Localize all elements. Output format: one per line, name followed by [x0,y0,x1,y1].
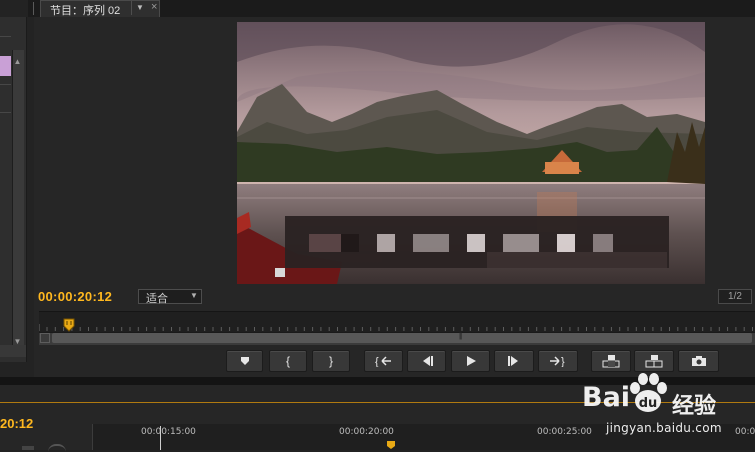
add-marker-button[interactable] [226,350,263,372]
playhead-marker-icon[interactable] [63,318,75,332]
track-control[interactable] [22,446,34,450]
timeline-timecode[interactable]: 20:12 [0,416,33,431]
tab-divider [33,2,34,15]
svg-text:du: du [639,396,658,411]
svg-text:{: { [375,356,379,367]
ruler-label: 00:00:25:00 [537,427,592,437]
project-item-selected[interactable] [0,56,11,76]
lift-icon [602,355,620,368]
play-icon [466,356,476,366]
step-forward-icon [508,356,518,366]
step-back-icon [422,356,433,366]
scroll-up-icon[interactable]: ▲ [12,56,23,67]
go-to-in-icon: { [375,356,391,367]
timeline-cursor-line [160,426,161,450]
go-to-out-icon: } [550,356,565,367]
resolution-select[interactable]: 1/2 [718,289,752,304]
svg-text:}: } [561,356,565,367]
project-panel-footer [0,345,26,357]
mark-out-icon: } [328,354,333,368]
lift-button[interactable] [591,350,631,372]
watermark-brand-cn: 经验 [672,393,717,418]
export-frame-button[interactable] [678,350,719,372]
marker-icon [240,357,249,365]
step-back-button[interactable] [407,350,446,372]
chevron-down-icon: ▼ [190,291,198,300]
ruler-label: 00:00:15:00 [141,427,196,437]
grip-icon: ||| [459,333,463,340]
camera-icon [691,356,706,366]
scrollbar-handle-left[interactable] [40,333,50,343]
snap-icon[interactable] [48,444,66,452]
play-button[interactable] [451,350,490,372]
playhead-timecode[interactable]: 00:00:20:12 [38,289,112,304]
close-icon[interactable]: × [151,1,157,13]
go-to-out-button[interactable]: } [538,350,578,372]
timeline-playhead-icon[interactable] [386,440,396,450]
ruler-label: 00:00:20:00 [339,427,394,437]
project-scrollbar[interactable] [12,50,24,350]
ruler-label: 00:00 [735,427,755,437]
tab-title: 节目：序列 02 [50,5,121,17]
zoom-fit-label: 适合 [146,293,168,305]
paw-logo-icon: du [630,373,667,412]
extract-button[interactable] [634,350,674,372]
project-row-divider [0,36,11,37]
project-row-divider [0,112,11,113]
mark-in-button[interactable]: { [269,350,307,372]
project-row-divider [0,84,11,85]
watermark-brand: Bai [582,382,631,413]
mark-in-icon: { [285,354,290,368]
ruler-ticks [39,324,753,331]
extract-icon [645,355,663,368]
go-to-in-button[interactable]: { [364,350,403,372]
mark-out-button[interactable]: } [312,350,350,372]
step-forward-button[interactable] [494,350,534,372]
video-preview[interactable] [237,22,705,284]
watermark-url: jingyan.baidu.com [606,421,722,435]
zoom-scrollbar-thumb[interactable] [52,333,752,343]
chevron-down-icon[interactable]: ▼ [131,1,148,15]
landscape-frame-image [237,22,705,284]
